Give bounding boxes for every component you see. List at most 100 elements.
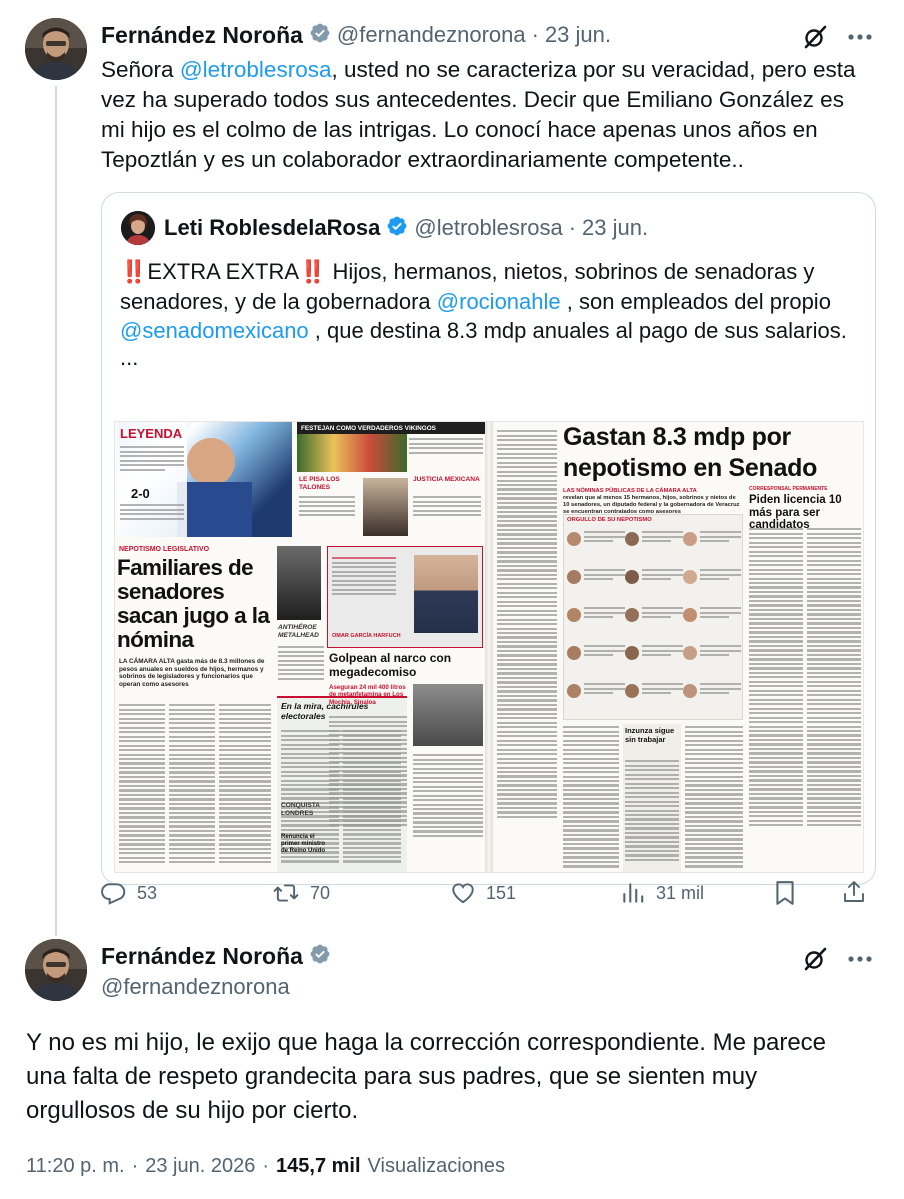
quoted-text-part: EXTRA EXTRA: [147, 259, 299, 284]
verified-badge-icon: [386, 215, 408, 242]
side-label-1: LE PISA LOS TALONES: [299, 476, 340, 491]
side-kicker: CORRESPONSAL PERMANENTE: [749, 486, 828, 492]
tweet-text-part: Señora: [101, 57, 180, 82]
box-headline-2: ANTIHÉROE METALHEAD: [278, 624, 319, 639]
harfuch-box: OMAR GARCÍA HARFUCH: [327, 546, 483, 648]
harfuch-photo: [414, 555, 478, 633]
meta-separator: ·: [131, 1155, 139, 1177]
more-horizontal-icon[interactable]: [844, 946, 876, 972]
secondary-deck: Aseguran 24 mil 400 litros de metanfetam…: [329, 684, 406, 706]
mention-link[interactable]: @rocionahle: [437, 289, 561, 314]
mention-link[interactable]: @letroblesrosa: [180, 57, 332, 82]
right-kicker: LAS NÓMINAS PÚBLICAS DE LA CÁMARA ALTA: [563, 488, 697, 494]
focused-tweet-text: Y no es mi hijo, le exijo que haga la co…: [26, 1029, 827, 1124]
quoted-author-name[interactable]: Leti RoblesdelaRosa: [164, 215, 380, 241]
heart-icon: [452, 883, 474, 904]
double-exclamation-emoji: ‼️: [299, 259, 327, 284]
inzunza-box: Inzunza sigue sin trabajar: [623, 724, 681, 872]
author-avatar[interactable]: [25, 18, 87, 80]
verified-badge-icon: [309, 22, 331, 49]
views-count: 31 mil: [656, 882, 705, 903]
author-name[interactable]: Fernández Noroña: [101, 22, 303, 49]
views-total: 145,7 mil: [276, 1155, 361, 1177]
views-button[interactable]: 31 mil: [620, 876, 704, 910]
tweet-meta: 11:20 p. m. · 23 jun. 2026 · 145,7 mil V…: [26, 1155, 505, 1178]
thread-connector-line: [55, 86, 57, 936]
quoted-tweet-header: Leti RoblesdelaRosa @letroblesrosa · 23 …: [164, 213, 844, 243]
person-label: OMAR GARCÍA HARFUCH: [332, 633, 401, 639]
quoted-author-avatar[interactable]: [121, 211, 155, 245]
share-icon[interactable]: [838, 876, 870, 908]
tweet-header: Fernández Noroña: [101, 943, 331, 970]
retweet-icon: [273, 884, 299, 902]
left-body-col-2: [169, 702, 215, 866]
justice-photo: [363, 478, 408, 536]
right-side-col-1: [749, 526, 803, 829]
page-gutter: [485, 422, 493, 872]
meta-separator: ·: [531, 22, 539, 47]
left-body-col-3: [219, 702, 271, 866]
vikings-header: FESTEJAN COMO VERDADEROS VIKINGOS: [297, 422, 485, 434]
right-deck: revelan que al menos 15 hermanos, hijos,…: [563, 495, 740, 515]
score-label: 2-0: [131, 486, 150, 501]
tweet-text: Señora @letroblesrosa, usted no se carac…: [101, 55, 861, 175]
secondary-headline: Golpean al narco con megadecomiso: [329, 651, 452, 679]
quoted-text-part: , que destina 8.3 mdp anuales al pago de…: [308, 318, 847, 343]
author-handle[interactable]: @fernandeznorona: [337, 22, 526, 48]
author-avatar[interactable]: [25, 939, 87, 1001]
vikings-photo: [297, 434, 407, 472]
newspaper-right-page: Gastan 8.3 mdp por nepotismo en Senado L…: [493, 422, 863, 872]
left-subhead: LA CÁMARA ALTA gasta más de 8.3 millones…: [119, 658, 265, 688]
bookmark-icon[interactable]: [770, 877, 800, 909]
narco-photo: [413, 684, 483, 746]
meta-separator: ·: [262, 1155, 270, 1177]
quoted-media-image[interactable]: LEYENDA 2-0 FESTEJAN COMO VERDADEROS VIK…: [114, 421, 864, 873]
views-chart-icon: [623, 883, 644, 903]
author-name[interactable]: Fernández Noroña: [101, 943, 303, 970]
sports-photo: LEYENDA 2-0: [117, 422, 292, 537]
more-horizontal-icon[interactable]: [844, 24, 876, 50]
reply-icon: [101, 883, 126, 905]
grok-icon[interactable]: [800, 22, 830, 52]
metalhead-photo: [277, 546, 321, 620]
retweet-button[interactable]: 70: [272, 876, 330, 910]
right-body-col-1: [563, 724, 619, 870]
verified-badge-icon: [309, 943, 331, 970]
tweet-full-date[interactable]: 23 jun. 2026: [145, 1155, 255, 1178]
meta-separator: ·: [568, 215, 577, 240]
views-label: Visualizaciones: [367, 1155, 506, 1177]
left-body-col-1: [119, 702, 165, 866]
right-kicker-block: LAS NÓMINAS PÚBLICAS DE LA CÁMARA ALTA r…: [563, 488, 743, 516]
quoted-tweet-card[interactable]: Leti RoblesdelaRosa @letroblesrosa · 23 …: [101, 192, 876, 885]
quoted-text-ellipsis: ...: [120, 344, 139, 370]
side-label-2: JUSTICIA MEXICANA: [413, 476, 480, 483]
double-exclamation-emoji: ‼️: [120, 259, 148, 284]
reply-button[interactable]: 53: [101, 876, 157, 910]
like-button[interactable]: 151: [450, 876, 516, 910]
tweet-header: Fernández Noroña @fernandeznorona · 23 j…: [101, 20, 801, 50]
like-count: 151: [486, 882, 517, 903]
author-handle[interactable]: @fernandeznorona: [101, 974, 290, 1000]
quoted-author-handle[interactable]: @letroblesrosa: [414, 215, 562, 241]
retweet-count: 70: [310, 882, 331, 903]
section-tag: LEYENDA: [120, 426, 183, 441]
mention-link[interactable]: @senadomexicano: [120, 318, 309, 343]
tweet-time[interactable]: 11:20 p. m.: [26, 1155, 125, 1178]
quoted-text-part: , son empleados del propio: [560, 288, 831, 314]
box-headline-4: Renuncia el primer ministro de Reino Uni…: [281, 834, 326, 855]
quoted-tweet-date[interactable]: 23 jun.: [582, 215, 648, 241]
vikings-header-text: FESTEJAN COMO VERDADEROS VIKINGOS: [301, 425, 436, 432]
left-kicker: NEPOTISMO LEGISLATIVO: [119, 546, 210, 553]
tweet-date[interactable]: 23 jun.: [545, 22, 611, 48]
right-body-col-0: [497, 428, 557, 820]
reply-count: 53: [137, 882, 158, 903]
right-side-col-2: [807, 526, 861, 829]
left-headline: Familiares de senadores sacan jugo a la …: [117, 555, 270, 652]
box-headline-3: CONQUISTA LONDRES: [281, 802, 320, 817]
right-headline: Gastan 8.3 mdp por nepotismo en Senado: [563, 423, 818, 482]
quoted-tweet-text: ‼️EXTRA EXTRA‼️ Hijos, hermanos, nietos,…: [120, 257, 865, 370]
grok-icon[interactable]: [800, 944, 830, 974]
newspaper-left-page: LEYENDA 2-0 FESTEJAN COMO VERDADEROS VIK…: [115, 422, 485, 872]
right-box-headline: Inzunza sigue sin trabajar: [625, 726, 675, 744]
right-body-col-3: [685, 724, 743, 870]
